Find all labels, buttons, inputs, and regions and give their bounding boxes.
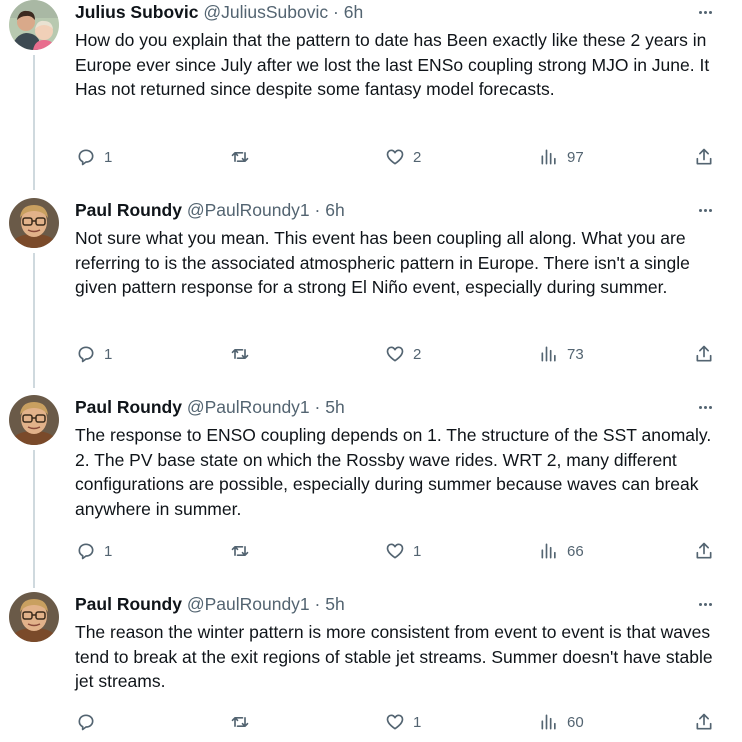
user-handle[interactable]: @PaulRoundy1	[187, 397, 310, 417]
separator-dot: ·	[314, 397, 321, 417]
avatar[interactable]	[9, 592, 59, 642]
display-name[interactable]: Julius Subovic	[75, 2, 199, 22]
avatar[interactable]	[9, 395, 59, 445]
reply-thread: Julius Subovic @JuliusSubovic · 6h How d…	[0, 0, 742, 742]
reply-button[interactable]: 1	[76, 342, 112, 366]
user-handle[interactable]: @PaulRoundy1	[187, 200, 310, 220]
view-count: 60	[567, 713, 584, 731]
views-icon	[541, 346, 556, 362]
share-icon	[696, 345, 712, 362]
tweet[interactable]: Paul Roundy @PaulRoundy1 · 5h The respon…	[0, 395, 742, 588]
reply-icon	[78, 714, 94, 731]
more-icon[interactable]	[693, 596, 717, 612]
share-button[interactable]	[694, 342, 714, 366]
like-count: 2	[413, 148, 422, 166]
timestamp[interactable]: 5h	[325, 594, 344, 614]
views-button[interactable]: 66	[539, 539, 584, 563]
tweet-actions: 1 1 66	[0, 539, 742, 563]
share-icon	[696, 148, 712, 165]
timestamp[interactable]: 6h	[344, 2, 363, 22]
more-icon[interactable]	[693, 4, 717, 20]
tweet-actions: 1 2 73	[0, 342, 742, 366]
user-handle[interactable]: @PaulRoundy1	[187, 594, 310, 614]
tweet[interactable]: Paul Roundy @PaulRoundy1 · 5h The reason…	[0, 592, 742, 742]
like-button[interactable]: 2	[385, 342, 421, 366]
reply-count: 1	[104, 542, 113, 560]
thread-line	[33, 253, 35, 388]
display-name[interactable]: Paul Roundy	[75, 594, 182, 614]
reply-icon	[78, 149, 94, 166]
tweet[interactable]: Julius Subovic @JuliusSubovic · 6h How d…	[0, 0, 742, 190]
thread-line	[33, 55, 35, 190]
separator-dot: ·	[333, 2, 339, 22]
reply-button[interactable]	[76, 710, 104, 734]
tweet-header: Paul Roundy @PaulRoundy1 · 5h	[75, 592, 345, 616]
reply-icon	[78, 346, 94, 363]
tweet-actions: 1 2 97	[0, 145, 742, 169]
tweet-header: Paul Roundy @PaulRoundy1 · 6h	[75, 198, 345, 222]
reply-button[interactable]: 1	[76, 145, 112, 169]
like-button[interactable]: 1	[385, 539, 421, 563]
tweet-text: Not sure what you mean. This event has b…	[75, 228, 690, 297]
avatar[interactable]	[9, 0, 59, 50]
heart-icon	[386, 346, 404, 362]
views-icon	[541, 714, 556, 730]
share-button[interactable]	[694, 710, 714, 734]
separator-dot: ·	[314, 594, 321, 614]
retweet-icon	[231, 349, 249, 359]
like-count: 1	[413, 713, 422, 731]
heart-icon	[386, 714, 404, 730]
tweet-actions: 1 60	[0, 710, 742, 734]
reply-icon	[78, 543, 94, 560]
tweet-header: Paul Roundy @PaulRoundy1 · 5h	[75, 395, 345, 419]
reply-count: 1	[104, 148, 113, 166]
reply-count: 1	[104, 345, 113, 363]
heart-icon	[386, 149, 404, 165]
share-icon	[696, 713, 712, 730]
thread-line	[33, 450, 35, 588]
share-icon	[696, 542, 712, 559]
share-button[interactable]	[694, 145, 714, 169]
separator-dot: ·	[314, 200, 321, 220]
user-handle[interactable]: @JuliusSubovic	[203, 2, 328, 22]
retweet-button[interactable]	[230, 539, 258, 563]
views-icon	[541, 543, 556, 559]
like-button[interactable]: 2	[385, 145, 421, 169]
views-button[interactable]: 97	[539, 145, 584, 169]
timestamp[interactable]: 6h	[325, 200, 344, 220]
retweet-button[interactable]	[230, 710, 258, 734]
display-name[interactable]: Paul Roundy	[75, 397, 182, 417]
view-count: 73	[567, 345, 584, 363]
heart-icon	[386, 543, 404, 559]
timestamp[interactable]: 5h	[325, 397, 344, 417]
views-button[interactable]: 60	[539, 710, 584, 734]
views-icon	[541, 149, 556, 165]
reply-button[interactable]: 1	[76, 539, 112, 563]
retweet-button[interactable]	[230, 342, 258, 366]
view-count: 97	[567, 148, 584, 166]
avatar[interactable]	[9, 198, 59, 248]
view-count: 66	[567, 542, 584, 560]
like-count: 2	[413, 345, 422, 363]
retweet-button[interactable]	[230, 145, 258, 169]
retweet-icon	[231, 546, 249, 556]
like-count: 1	[413, 542, 422, 560]
like-button[interactable]: 1	[385, 710, 421, 734]
tweet[interactable]: Paul Roundy @PaulRoundy1 · 6h Not sure w…	[0, 198, 742, 388]
views-button[interactable]: 73	[539, 342, 584, 366]
tweet-text: The reason the winter pattern is more co…	[75, 622, 713, 691]
display-name[interactable]: Paul Roundy	[75, 200, 182, 220]
tweet-text: The response to ENSO coupling depends on…	[75, 425, 712, 519]
share-button[interactable]	[694, 539, 714, 563]
tweet-header: Julius Subovic @JuliusSubovic · 6h	[75, 0, 363, 24]
tweet-text: How do you explain that the pattern to d…	[75, 30, 710, 99]
more-icon[interactable]	[693, 202, 717, 218]
retweet-icon	[231, 152, 249, 162]
retweet-icon	[231, 717, 249, 727]
more-icon[interactable]	[693, 399, 717, 415]
